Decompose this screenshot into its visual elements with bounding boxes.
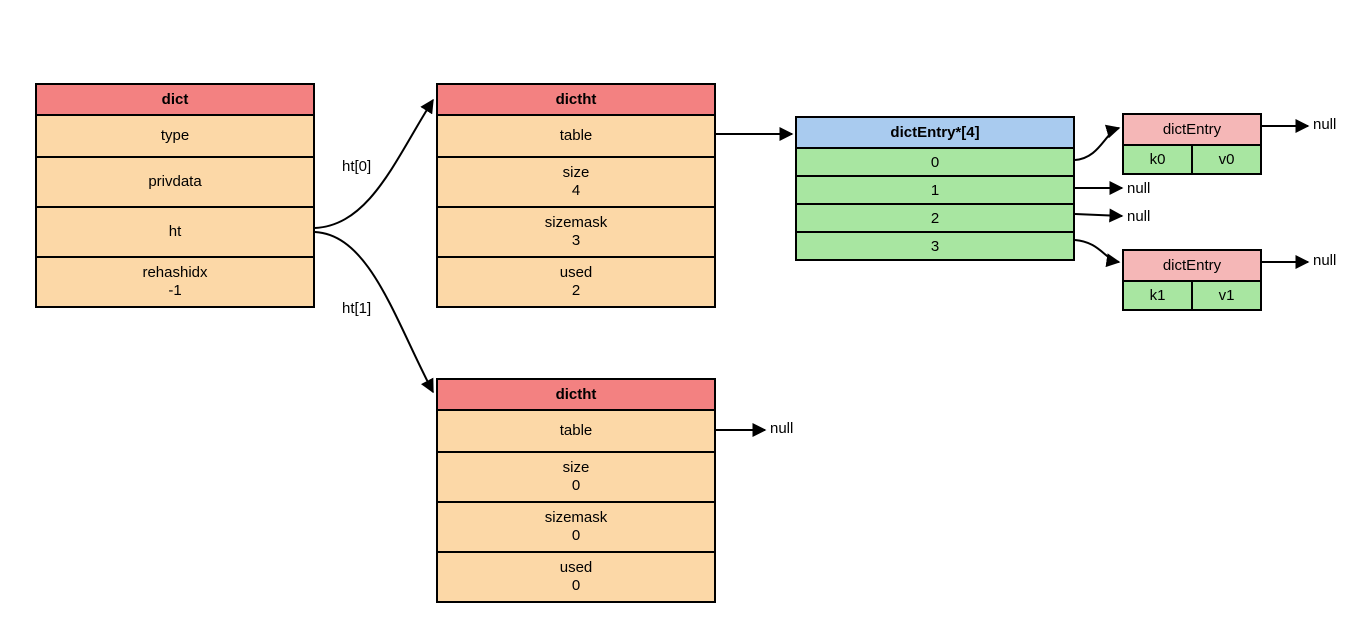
dictht1-table: table <box>438 411 714 453</box>
dict-field-type: type <box>37 116 313 158</box>
dictentry-1-header: dictEntry <box>1124 251 1260 282</box>
edge-label-ht1: ht[1] <box>342 300 371 317</box>
dictentry-0-header: dictEntry <box>1124 115 1260 146</box>
dict-field-privdata: privdata <box>37 158 313 208</box>
arrow-slot2-to-null <box>1075 214 1122 216</box>
dictentry-1-key: k1 <box>1124 282 1193 309</box>
null-text-entry0-next: null <box>1313 116 1336 133</box>
dictht0-sizemask: sizemask 3 <box>438 208 714 258</box>
entry-array: dictEntry*[4] 0 1 2 3 <box>795 116 1075 261</box>
dictentry-1-kv: k1 v1 <box>1124 282 1260 309</box>
entry-slot-3: 3 <box>797 233 1073 259</box>
arrow-slot3-to-entry1 <box>1075 240 1119 262</box>
dictentry-1: dictEntry k1 v1 <box>1122 249 1262 311</box>
dict-struct: dict type privdata ht rehashidx -1 <box>35 83 315 308</box>
dictht0-header: dictht <box>438 85 714 116</box>
entry-slot-1: 1 <box>797 177 1073 205</box>
dictht0-table: table <box>438 116 714 158</box>
null-text-slot2: null <box>1127 208 1150 225</box>
dictentry-0-val: v0 <box>1193 146 1260 173</box>
dictentry-0-kv: k0 v0 <box>1124 146 1260 173</box>
arrow-ht-to-dictht0 <box>315 100 433 228</box>
dict-field-rehashidx: rehashidx -1 <box>37 258 313 306</box>
null-text-ht1-table: null <box>770 420 793 437</box>
dictentry-0-key: k0 <box>1124 146 1193 173</box>
dictht1-sizemask: sizemask 0 <box>438 503 714 553</box>
entry-slot-2: 2 <box>797 205 1073 233</box>
dictht1-size: size 0 <box>438 453 714 503</box>
dictht1-used: used 0 <box>438 553 714 601</box>
dictht1-struct: dictht table size 0 sizemask 0 used 0 <box>436 378 716 603</box>
dictht0-size: size 4 <box>438 158 714 208</box>
edge-label-ht0: ht[0] <box>342 158 371 175</box>
entry-array-header: dictEntry*[4] <box>797 118 1073 149</box>
dictht0-used: used 2 <box>438 258 714 306</box>
dictentry-1-val: v1 <box>1193 282 1260 309</box>
dictentry-0: dictEntry k0 v0 <box>1122 113 1262 175</box>
arrow-slot0-to-entry0 <box>1075 128 1119 160</box>
dict-field-ht: ht <box>37 208 313 258</box>
dictht0-struct: dictht table size 4 sizemask 3 used 2 <box>436 83 716 308</box>
entry-slot-0: 0 <box>797 149 1073 177</box>
dictht1-header: dictht <box>438 380 714 411</box>
dict-header: dict <box>37 85 313 116</box>
null-text-slot1: null <box>1127 180 1150 197</box>
arrow-ht-to-dictht1 <box>315 232 433 392</box>
null-text-entry1-next: null <box>1313 252 1336 269</box>
